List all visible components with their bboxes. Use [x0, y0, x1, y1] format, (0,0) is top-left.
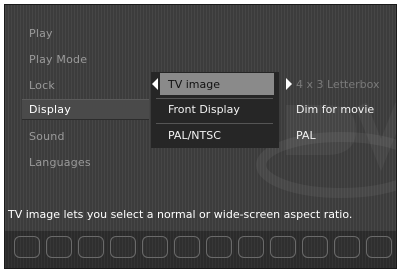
decorative-chip	[14, 236, 40, 258]
decorative-chip	[142, 236, 168, 258]
dvd-settings-screen: Play Play Mode Lock Display Sound Langua…	[0, 0, 402, 273]
submenu-divider	[156, 98, 273, 99]
decorative-chip	[206, 236, 232, 258]
triangle-left-icon[interactable]	[152, 78, 158, 90]
menu-item-play-mode[interactable]: Play Mode	[29, 53, 87, 66]
menu-item-lock[interactable]: Lock	[29, 79, 55, 92]
menu-item-display[interactable]: Display	[29, 103, 71, 116]
menu-item-sound[interactable]: Sound	[29, 130, 65, 143]
decorative-chip	[174, 236, 200, 258]
value-front-display: Dim for movie	[296, 103, 375, 116]
value-tv-image: 4 x 3 Letterbox	[296, 78, 380, 91]
decorative-chip	[302, 236, 328, 258]
menu-item-play[interactable]: Play	[29, 27, 53, 40]
decorative-chip	[270, 236, 296, 258]
submenu-item-pal-ntsc[interactable]: PAL/NTSC	[168, 129, 221, 142]
decorative-chip	[238, 236, 264, 258]
decorative-chip	[78, 236, 104, 258]
submenu-divider	[156, 123, 273, 124]
decorative-chip	[334, 236, 360, 258]
submenu-item-front-display[interactable]: Front Display	[168, 103, 240, 116]
triangle-right-icon[interactable]	[286, 78, 292, 90]
menu-item-languages[interactable]: Languages	[29, 156, 91, 169]
help-text: TV image lets you select a normal or wid…	[8, 208, 353, 221]
decorative-chip	[110, 236, 136, 258]
submenu-item-tv-image[interactable]: TV image	[168, 78, 220, 91]
decorative-chip	[46, 236, 72, 258]
decorative-chip	[366, 236, 392, 258]
value-pal-ntsc: PAL	[296, 129, 316, 142]
